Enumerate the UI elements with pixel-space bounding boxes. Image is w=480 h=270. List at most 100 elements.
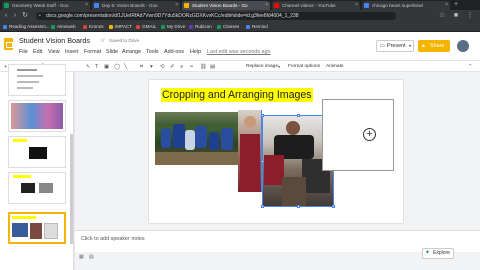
- bookmark-item[interactable]: IMPACT: [108, 23, 132, 31]
- bottom-bar: ▦ ▤: [75, 252, 480, 270]
- share-label: Share: [430, 43, 445, 49]
- bookmark-item[interactable]: GMAIL: [135, 23, 156, 31]
- thumb-title: [13, 175, 31, 178]
- menu-file[interactable]: File: [19, 49, 28, 55]
- document-title[interactable]: Student Vision Boards: [19, 36, 90, 45]
- explore-button[interactable]: ✦ Explore: [422, 248, 454, 259]
- avatar[interactable]: [457, 40, 469, 52]
- last-edit-link[interactable]: Last edit was seconds ago: [207, 49, 271, 55]
- slide-thumbnail-selected[interactable]: [8, 212, 66, 244]
- resize-handle[interactable]: [261, 205, 264, 208]
- resize-handle[interactable]: [297, 114, 300, 117]
- browser-tab[interactable]: chicago bears superbowl ×: [362, 1, 450, 10]
- baseball-celebration-image[interactable]: [155, 112, 238, 165]
- browser-tab[interactable]: Channel videos - YouTube ×: [272, 1, 360, 10]
- filmstrip-scrollbar[interactable]: [70, 134, 73, 244]
- select-icon[interactable]: ↖: [86, 62, 91, 72]
- close-icon[interactable]: ×: [85, 1, 88, 10]
- border-dash-icon[interactable]: ┅: [190, 62, 193, 72]
- explore-icon: ✦: [425, 250, 431, 256]
- comment-icon[interactable]: ▤: [210, 62, 215, 72]
- menu-format[interactable]: Format: [84, 49, 101, 55]
- slide-thumbnail[interactable]: [8, 172, 66, 204]
- bookmark-item[interactable]: Aimsweb: [50, 23, 76, 31]
- bookmark-item[interactable]: My Drive: [160, 23, 185, 31]
- collapse-icon[interactable]: ⌃: [468, 62, 473, 72]
- close-icon[interactable]: ×: [445, 1, 448, 10]
- chevron-down-icon[interactable]: ▾: [409, 41, 411, 51]
- format-options-button[interactable]: Format options: [288, 62, 320, 72]
- back-icon[interactable]: ‹: [2, 12, 10, 20]
- browser-tab[interactable]: Day 6: Vision Boards - Goo ×: [92, 1, 180, 10]
- slide-thumbnail[interactable]: [8, 100, 66, 132]
- more-menu-icon[interactable]: ⋮: [466, 12, 474, 20]
- chevron-down-icon[interactable]: ▾: [278, 62, 280, 72]
- star-icon[interactable]: ☆: [438, 12, 446, 20]
- line-icon[interactable]: ╲: [124, 62, 127, 72]
- grid-view-icon[interactable]: ▦: [79, 254, 84, 260]
- slide-title[interactable]: Cropping and Arranging Images: [161, 88, 313, 102]
- crop-icon[interactable]: ⌗: [140, 62, 143, 72]
- bookmark-item[interactable]: Kronos: [82, 23, 104, 31]
- add-image-icon[interactable]: +: [363, 128, 376, 141]
- slides-logo-icon[interactable]: [4, 38, 13, 50]
- menu-slide[interactable]: Slide: [106, 49, 118, 55]
- speaker-notes-placeholder[interactable]: Click to add speaker notes: [81, 236, 145, 242]
- resize-handle[interactable]: [261, 160, 264, 163]
- menu-tools[interactable]: Tools: [146, 49, 159, 55]
- jersey: [240, 134, 260, 192]
- close-icon[interactable]: ×: [355, 1, 358, 10]
- bookmark-icon: [161, 25, 165, 29]
- menu-help[interactable]: Help: [190, 49, 201, 55]
- extension-icon[interactable]: ■: [452, 12, 460, 20]
- thumb-image: [21, 183, 35, 193]
- reset-image-icon[interactable]: ⟲: [160, 62, 165, 72]
- replace-image-button[interactable]: Replace image: [246, 62, 278, 72]
- resize-handle[interactable]: [297, 205, 300, 208]
- bookmark-label: Kronos: [89, 24, 104, 29]
- close-icon[interactable]: ×: [175, 1, 178, 10]
- bookmark-item[interactable]: Reading Assessm...: [2, 23, 50, 31]
- slide-thumbnail[interactable]: [8, 136, 66, 168]
- menu-arrange[interactable]: Arrange: [122, 49, 141, 55]
- browser-tab-active[interactable]: Student Vision Boards - Go ×: [182, 1, 270, 10]
- link-icon[interactable]: ⛓: [200, 62, 207, 72]
- menu-insert[interactable]: Insert: [65, 49, 78, 55]
- forward-icon[interactable]: ›: [11, 12, 19, 20]
- border-weight-icon[interactable]: ≡: [180, 62, 183, 72]
- editing-toolbar: + ▾ ↶ ↷ ⎙ ✎ ⌕ ↖ T ▣ ◯ ╲ ⌗ ▾ ⟲ ✐ ≡ ┅ ⛓ ▤ …: [0, 60, 480, 72]
- animate-button[interactable]: Animate: [326, 62, 344, 72]
- explore-label: Explore: [433, 250, 450, 256]
- menu-view[interactable]: View: [48, 49, 60, 55]
- browser-tab[interactable]: Geometry Week Stuff - Goo ×: [2, 1, 90, 10]
- present-button[interactable]: ▭ Present ▾: [376, 40, 414, 52]
- bookmark-label: GMAIL: [142, 24, 157, 29]
- bookmark-item[interactable]: Classes: [216, 23, 239, 31]
- bookmark-item[interactable]: Rubicon: [188, 23, 212, 31]
- share-button[interactable]: 🔒︎ Share: [418, 40, 450, 52]
- slide-thumbnail[interactable]: [8, 64, 66, 96]
- filmstrip-view-icon[interactable]: ▤: [89, 254, 94, 260]
- address-bar[interactable]: • docs.google.com/presentation/d/1JUeIRf…: [36, 12, 396, 20]
- star-icon[interactable]: ☆: [100, 37, 105, 44]
- basketball-player-image[interactable]: [238, 110, 262, 192]
- image-icon[interactable]: ▣: [104, 62, 109, 72]
- tab-label: chicago bears superbowl: [372, 3, 423, 8]
- thumb-image: [12, 223, 28, 237]
- new-tab-icon[interactable]: +: [454, 0, 458, 10]
- reload-icon[interactable]: ↻: [21, 12, 29, 20]
- menu-addons[interactable]: Add-ons: [164, 49, 184, 55]
- resize-handle[interactable]: [332, 205, 335, 208]
- player-figure: [161, 128, 171, 148]
- menu-edit[interactable]: Edit: [33, 49, 42, 55]
- close-icon[interactable]: ×: [265, 1, 268, 10]
- shape-icon[interactable]: ◯: [114, 62, 120, 72]
- add-slide-icon[interactable]: +: [4, 62, 7, 72]
- image-placeholder[interactable]: [322, 99, 394, 171]
- bookmark-label: Aimsweb: [57, 24, 76, 29]
- mask-icon[interactable]: ▾: [150, 62, 153, 72]
- resize-handle[interactable]: [261, 114, 264, 117]
- text-box-icon[interactable]: T: [95, 62, 98, 72]
- border-color-icon[interactable]: ✐: [170, 62, 175, 72]
- bookmark-item[interactable]: Remind: [245, 23, 268, 31]
